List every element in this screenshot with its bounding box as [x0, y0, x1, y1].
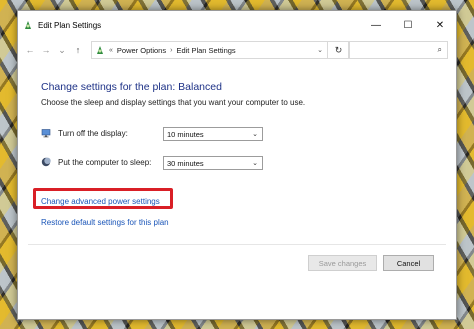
edit-plan-settings-window: Edit Plan Settings — ☐ ✕ ← → ⌄ ↑ « Power…: [17, 10, 457, 320]
address-dropdown-icon[interactable]: ⌄: [317, 46, 323, 54]
save-changes-button[interactable]: Save changes: [308, 255, 377, 271]
close-button[interactable]: ✕: [424, 11, 456, 39]
display-timeout-select[interactable]: 10 minutes ⌄: [163, 127, 263, 141]
minimize-button[interactable]: —: [360, 11, 392, 39]
refresh-button[interactable]: ↻: [328, 41, 350, 59]
display-setting-label: Turn off the display:: [58, 128, 128, 138]
address-bar[interactable]: « Power Options › Edit Plan Settings ⌄: [91, 41, 328, 59]
recent-locations-dropdown[interactable]: ⌄: [54, 45, 70, 56]
search-icon: ⌕: [437, 45, 442, 54]
page-title: Change settings for the plan: Balanced: [41, 81, 222, 93]
maximize-button[interactable]: ☐: [392, 11, 424, 39]
sleep-timeout-value: 30 minutes: [167, 158, 204, 168]
breadcrumb-edit-plan-settings[interactable]: Edit Plan Settings: [176, 46, 235, 55]
sleep-timeout-select[interactable]: 30 minutes ⌄: [163, 156, 263, 170]
back-button[interactable]: ←: [22, 45, 38, 55]
sleep-setting-label: Put the computer to sleep:: [58, 157, 152, 167]
window-title: Edit Plan Settings: [38, 20, 102, 30]
change-advanced-power-settings-link[interactable]: Change advanced power settings: [41, 197, 160, 206]
divider: [28, 244, 446, 245]
display-setting-row: Turn off the display:: [41, 128, 173, 138]
breadcrumb-separator-icon[interactable]: ›: [170, 47, 172, 54]
page-description: Choose the sleep and display settings th…: [41, 98, 306, 107]
cancel-button[interactable]: Cancel: [383, 255, 434, 271]
title-bar: Edit Plan Settings — ☐ ✕: [18, 11, 456, 39]
main-content: Change settings for the plan: Balanced C…: [18, 61, 456, 319]
refresh-icon: ↻: [334, 44, 343, 55]
moon-icon: [41, 157, 51, 167]
up-button[interactable]: ↑: [70, 45, 86, 55]
chevron-down-icon: ⌄: [252, 160, 258, 167]
sleep-setting-row: Put the computer to sleep:: [41, 157, 173, 167]
power-options-icon: [25, 21, 31, 29]
forward-button[interactable]: →: [38, 45, 54, 55]
navigation-bar: ← → ⌄ ↑ « Power Options › Edit Plan Sett…: [18, 39, 456, 61]
overflow-chevron-icon[interactable]: «: [109, 47, 113, 54]
search-input[interactable]: ⌕: [348, 41, 448, 59]
window-controls: — ☐ ✕: [360, 11, 456, 39]
display-timeout-value: 10 minutes: [167, 129, 204, 139]
restore-default-settings-link[interactable]: Restore default settings for this plan: [41, 218, 169, 227]
control-panel-icon: [97, 46, 103, 54]
display-icon: [41, 129, 51, 138]
chevron-down-icon: ⌄: [252, 131, 258, 138]
breadcrumb-power-options[interactable]: Power Options: [117, 46, 166, 55]
